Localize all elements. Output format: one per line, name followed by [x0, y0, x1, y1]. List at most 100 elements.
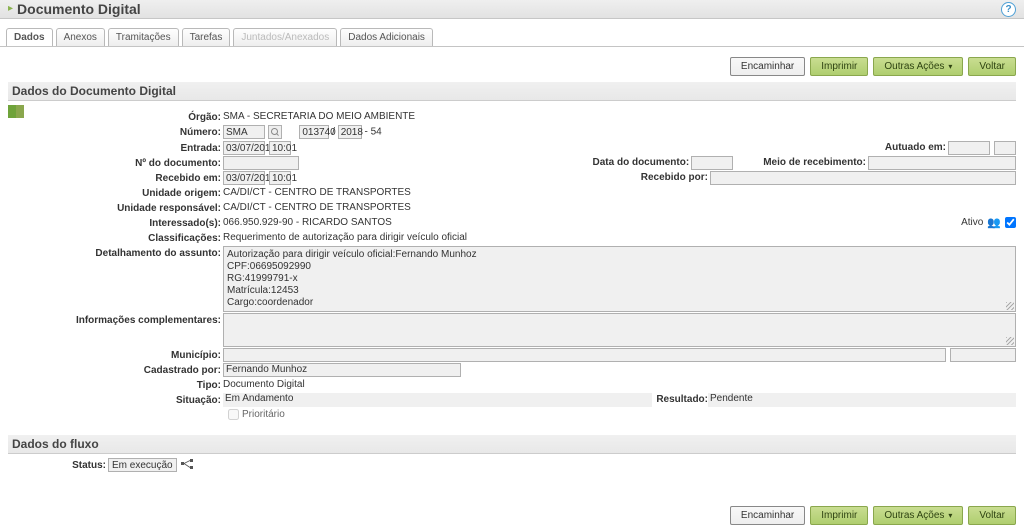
imprimir-button-bottom[interactable]: Imprimir — [810, 506, 868, 525]
lbl-unid-origem: Unidade origem: — [8, 186, 223, 200]
interessado-status: Ativo — [961, 217, 983, 228]
top-button-row: Encaminhar Imprimir Outras Ações ▾ Voltar — [0, 47, 1024, 82]
det-l3: RG:41999791-x — [227, 273, 1012, 285]
encaminhar-button[interactable]: Encaminhar — [730, 57, 805, 76]
search-icon — [271, 128, 279, 136]
row-prioritario: Prioritário — [228, 409, 1016, 420]
users-icon[interactable]: 👥 — [987, 216, 1001, 229]
tabs: Dados Anexos Tramitações Tarefas Juntado… — [0, 19, 1024, 47]
form-dados: Órgão: SMA - SECRETARIA DO MEIO AMBIENTE… — [0, 101, 1024, 424]
row-classificacoes: Classificações: Requerimento de autoriza… — [8, 231, 1016, 245]
outras-acoes-button-bottom[interactable]: Outras Ações▾ — [873, 506, 963, 525]
val-orgao: SMA - SECRETARIA DO MEIO AMBIENTE — [223, 110, 415, 124]
interessado-row: 066.950.929-90 - RICARDO SANTOS Ativo 👥 — [223, 216, 1016, 229]
lbl-entrada: Entrada: — [8, 141, 223, 155]
row-entrada: Entrada: 03/07/2018 10:01 Autuado em: — [8, 141, 1016, 155]
tab-dados-adicionais[interactable]: Dados Adicionais — [340, 28, 433, 46]
status-value: Em execução — [108, 458, 177, 472]
lbl-meio: Meio de recebimento: — [763, 156, 868, 170]
imprimir-button[interactable]: Imprimir — [810, 57, 868, 76]
municipio-input-2 — [950, 348, 1016, 362]
row-detalhamento: Detalhamento do assunto: Autorização par… — [8, 246, 1016, 312]
help-button[interactable]: ? — [1001, 2, 1016, 17]
prioritario-checkbox — [228, 409, 239, 420]
pair-data-doc: Data do documento: — [593, 156, 734, 170]
pair-meio: Meio de recebimento: — [763, 156, 1016, 170]
page-header: ▸ Documento Digital ? — [0, 0, 1024, 19]
tab-dados[interactable]: Dados — [6, 28, 53, 46]
chevron-right-icon: ▸ — [8, 4, 13, 14]
lbl-detalhamento: Detalhamento do assunto: — [8, 246, 223, 260]
flow-diagram-icon[interactable] — [181, 458, 193, 473]
val-classificacoes: Requerimento de autorização para dirigir… — [223, 231, 467, 245]
recebido-time: 10:01 — [269, 171, 291, 185]
resize-grip-icon[interactable] — [1006, 302, 1014, 310]
lbl-situacao: Situação: — [8, 393, 223, 407]
entrada-date: 03/07/2018 — [223, 141, 265, 155]
tab-tarefas[interactable]: Tarefas — [182, 28, 231, 46]
row-unid-resp: Unidade responsável: CA/DI/CT - CENTRO D… — [8, 201, 1016, 215]
val-numero: SMA 013740 / 2018 - 54 — [223, 125, 382, 140]
row-orgao: Órgão: SMA - SECRETARIA DO MEIO AMBIENTE — [8, 110, 1016, 124]
outras-acoes-button[interactable]: Outras Ações ▾ — [873, 57, 963, 76]
pair-autuado: Autuado em: — [885, 141, 1016, 155]
municipio-input-1 — [223, 348, 946, 362]
lbl-unid-resp: Unidade responsável: — [8, 201, 223, 215]
lbl-municipio: Município: — [8, 348, 223, 362]
row-cadastrado: Cadastrado por: Fernando Munhoz — [8, 363, 1016, 377]
row-status: Status: Em execução — [8, 458, 1016, 473]
val-recebido: 03/07/2018 10:01 Recebido por: — [223, 171, 1016, 185]
num-org: SMA — [223, 125, 265, 139]
num-sep: / — [332, 127, 335, 138]
dropdown-caret-icon-2: ▾ — [948, 511, 952, 520]
outras-acoes-label: Outras Ações — [884, 61, 944, 72]
voltar-button[interactable]: Voltar — [968, 57, 1016, 76]
row-info-comp: Informações complementares: — [8, 313, 1016, 347]
num-seq: 013740 — [299, 125, 329, 139]
form-fluxo: Status: Em execução — [0, 454, 1024, 478]
interessado-actions: Ativo 👥 — [961, 216, 1016, 229]
row-recebido: Recebido em: 03/07/2018 10:01 Recebido p… — [8, 171, 1016, 185]
interessado-checkbox[interactable] — [1005, 217, 1016, 228]
num-year: 2018 — [338, 125, 362, 139]
val-unid-resp: CA/DI/CT - CENTRO DE TRANSPORTES — [223, 201, 411, 215]
interessado-text: 066.950.929-90 - RICARDO SANTOS — [223, 217, 392, 228]
page-title: Documento Digital — [17, 1, 141, 17]
lbl-numero: Número: — [8, 125, 223, 139]
info-comp-text — [223, 313, 1016, 347]
tab-anexos[interactable]: Anexos — [56, 28, 105, 46]
val-resultado: Pendente — [708, 393, 1016, 407]
num-dash: - — [364, 127, 367, 138]
encaminhar-button-bottom[interactable]: Encaminhar — [730, 506, 805, 525]
row-municipio: Município: — [8, 348, 1016, 362]
val-tipo: Documento Digital — [223, 378, 305, 392]
lookup-button[interactable] — [268, 125, 282, 139]
lbl-status: Status: — [8, 458, 108, 472]
tab-juntados: Juntados/Anexados — [233, 28, 337, 46]
row-numero: Número: SMA 013740 / 2018 - 54 — [8, 125, 1016, 140]
lbl-ndoc: Nº do documento: — [8, 156, 223, 170]
lbl-recebido: Recebido em: — [8, 171, 223, 185]
val-situacao: Em Andamento — [223, 393, 652, 407]
resize-grip-icon-2[interactable] — [1006, 337, 1014, 345]
val-entrada: 03/07/2018 10:01 Autuado em: — [223, 141, 1016, 155]
lbl-autuado: Autuado em: — [885, 141, 948, 155]
lbl-tipo: Tipo: — [8, 378, 223, 392]
dropdown-caret-icon: ▾ — [948, 62, 952, 71]
val-ndoc: Data do documento: Meio de recebimento: — [223, 156, 1016, 170]
row-unid-origem: Unidade origem: CA/DI/CT - CENTRO DE TRA… — [8, 186, 1016, 200]
lbl-cadastrado: Cadastrado por: — [8, 363, 223, 377]
detalhamento-text: Autorização para dirigir veículo oficial… — [223, 246, 1016, 312]
val-unid-origem: CA/DI/CT - CENTRO DE TRANSPORTES — [223, 186, 411, 200]
det-l5: Cargo:coordenador — [227, 297, 1012, 309]
voltar-button-bottom[interactable]: Voltar — [968, 506, 1016, 525]
autuado-date — [948, 141, 990, 155]
pair-recebido-por: Recebido por: — [641, 171, 1016, 185]
det-l1: Autorização para dirigir veículo oficial… — [227, 249, 1012, 261]
section-fluxo-title: Dados do fluxo — [8, 435, 1016, 454]
lbl-interessados: Interessado(s): — [8, 216, 223, 230]
lbl-prioritario: Prioritário — [242, 409, 285, 420]
cadastrado-input: Fernando Munhoz — [223, 363, 461, 377]
entrada-time: 10:01 — [269, 141, 291, 155]
tab-tramitacoes[interactable]: Tramitações — [108, 28, 179, 46]
